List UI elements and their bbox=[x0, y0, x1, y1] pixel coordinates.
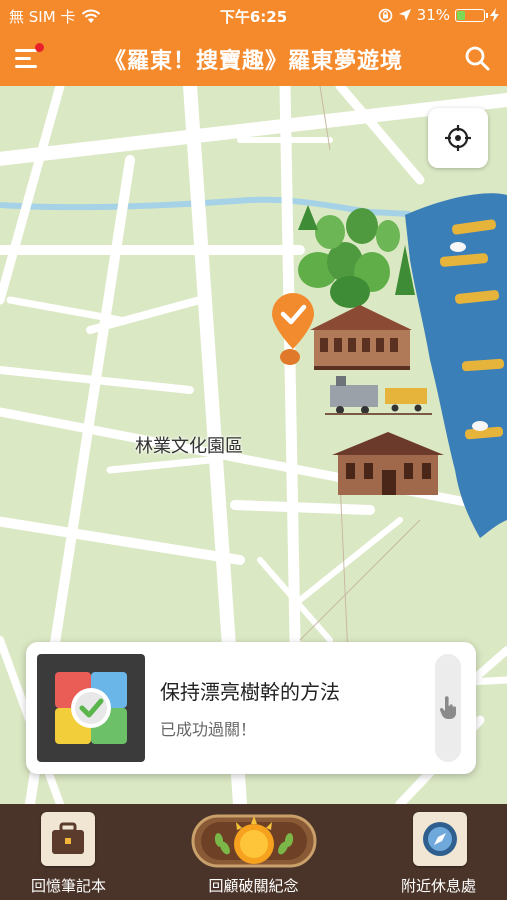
menu-button[interactable] bbox=[15, 43, 45, 71]
tab-label: 回憶筆記本 bbox=[30, 877, 106, 895]
locate-me-button[interactable] bbox=[428, 108, 488, 168]
puzzle-check-icon bbox=[55, 672, 127, 744]
mission-card[interactable]: 保持漂亮樹幹的方法 已成功過關！ bbox=[26, 642, 476, 774]
notification-dot bbox=[35, 43, 44, 52]
location-arrow-icon bbox=[398, 9, 411, 21]
briefcase-icon bbox=[52, 822, 84, 854]
battery-level bbox=[457, 10, 465, 20]
hand-pointer-icon bbox=[439, 696, 456, 719]
tab-label: 回顧破關紀念 bbox=[208, 877, 299, 895]
top-nav-bar: 《羅東！搜寶趣》羅東夢遊境 bbox=[0, 30, 507, 86]
bottom-tab-bar: 回憶筆記本 回顧破關紀念 附近休息處 bbox=[0, 804, 507, 900]
card-drag-handle[interactable] bbox=[435, 654, 461, 762]
charging-bolt-icon bbox=[490, 8, 499, 22]
sun-laurel-badge-icon bbox=[191, 814, 317, 868]
mission-title: 保持漂亮樹幹的方法 bbox=[160, 680, 340, 704]
mission-thumbnail bbox=[37, 654, 145, 762]
compass-icon bbox=[423, 822, 457, 856]
search-icon[interactable] bbox=[463, 44, 491, 72]
status-right: 31% bbox=[378, 6, 499, 24]
mission-status: 已成功過關！ bbox=[160, 720, 257, 739]
briefcase-icon-box bbox=[41, 812, 95, 866]
compass-icon-box bbox=[413, 812, 467, 866]
battery-percent: 31% bbox=[416, 6, 450, 24]
menu-icon-line bbox=[15, 49, 37, 52]
menu-icon-line bbox=[15, 57, 31, 60]
crosshair-icon bbox=[445, 125, 471, 151]
menu-icon-line bbox=[15, 65, 37, 68]
tab-nearby-rest-area[interactable]: 附近休息處 bbox=[370, 804, 507, 900]
status-bar: 無 SIM 卡 下午6:25 31% bbox=[0, 0, 507, 30]
battery-icon bbox=[455, 8, 488, 22]
tab-achievement-memorial[interactable]: 回顧破關紀念 bbox=[185, 804, 322, 900]
tab-label: 附近休息處 bbox=[400, 877, 476, 895]
orientation-lock-icon bbox=[378, 8, 392, 22]
page-title: 《羅東！搜寶趣》羅東夢遊境 bbox=[103, 49, 403, 74]
place-label[interactable]: 林業文化園區 bbox=[135, 432, 243, 458]
tab-memory-notebook[interactable]: 回憶筆記本 bbox=[0, 804, 137, 900]
